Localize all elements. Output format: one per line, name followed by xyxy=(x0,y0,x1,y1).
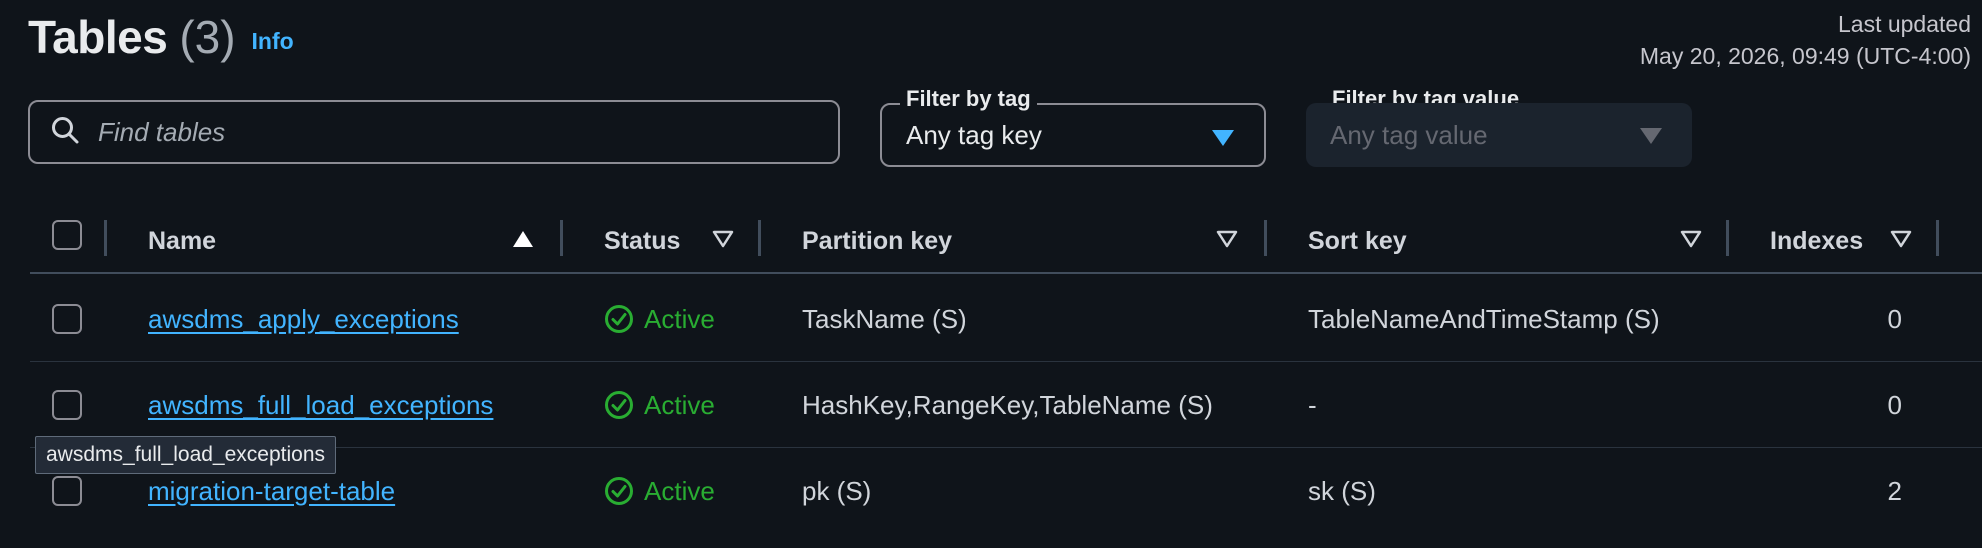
column-divider[interactable] xyxy=(1264,220,1267,256)
table-row: awsdms_apply_exceptions Active TaskName … xyxy=(30,276,1982,362)
tag-value-select: Any tag value xyxy=(1306,103,1692,167)
table-name-cell: awsdms_apply_exceptions xyxy=(148,276,459,362)
column-divider[interactable] xyxy=(1726,220,1729,256)
last-updated-label: Last updated xyxy=(1837,11,1971,37)
search-icon xyxy=(50,115,80,150)
status-cell: Active xyxy=(604,276,715,362)
table-name-link[interactable]: awsdms_full_load_exceptions xyxy=(148,390,493,421)
indexes-cell: 0 xyxy=(1887,303,1902,334)
column-header-name[interactable]: Name xyxy=(148,208,216,274)
status-text: Active xyxy=(644,389,715,420)
caret-down-outline-icon[interactable] xyxy=(1890,230,1912,253)
sort-key-cell: sk (S) xyxy=(1308,475,1376,506)
column-header-partition-key[interactable]: Partition key xyxy=(802,208,952,274)
partition-key-cell: pk (S) xyxy=(802,475,872,506)
column-header-status[interactable]: Status xyxy=(604,208,680,274)
dynamodb-tables-page: Tables (3) Info Last updated May 20, 202… xyxy=(0,0,1982,548)
status-text: Active xyxy=(644,475,715,506)
partition-key-cell: HashKey,RangeKey,TableName (S) xyxy=(802,389,1213,420)
info-link[interactable]: Info xyxy=(252,28,294,55)
row-checkbox[interactable] xyxy=(52,390,82,420)
caret-down-outline-icon[interactable] xyxy=(1216,230,1238,253)
row-checkbox[interactable] xyxy=(52,476,82,506)
tag-key-label: Filter by tag xyxy=(900,86,1037,112)
sort-key-cell: - xyxy=(1308,389,1317,420)
sort-ascending-icon[interactable] xyxy=(512,230,534,253)
table-name-link[interactable]: migration-target-table xyxy=(148,476,395,507)
row-checkbox[interactable] xyxy=(52,304,82,334)
table-count: (3) xyxy=(179,11,236,63)
indexes-cell: 0 xyxy=(1887,389,1902,420)
tag-value-placeholder: Any tag value xyxy=(1330,119,1488,150)
column-divider[interactable] xyxy=(758,220,761,256)
tag-key-select[interactable]: Any tag key xyxy=(880,103,1266,167)
tag-key-selected: Any tag key xyxy=(906,119,1042,150)
status-positive-icon xyxy=(605,477,633,505)
last-updated-value: May 20, 2026, 09:49 (UTC-4:00) xyxy=(1639,43,1971,69)
status-cell: Active xyxy=(604,362,715,448)
sort-key-cell: TableNameAndTimeStamp (S) xyxy=(1308,303,1660,334)
page-header: Tables (3) Info xyxy=(28,10,294,64)
indexes-cell: 2 xyxy=(1887,475,1902,506)
last-updated: Last updated May 20, 2026, 09:49 (UTC-4:… xyxy=(1640,8,1971,72)
column-divider[interactable] xyxy=(560,220,563,256)
caret-down-outline-icon[interactable] xyxy=(712,230,734,253)
column-divider[interactable] xyxy=(1936,220,1939,256)
status-positive-icon xyxy=(605,305,633,333)
caret-down-icon xyxy=(1212,130,1234,146)
status-text: Active xyxy=(644,303,715,334)
status-cell: Active xyxy=(604,448,715,534)
search-box[interactable] xyxy=(28,100,840,164)
table-header: Name Status Partition key Sort key Index… xyxy=(30,208,1982,274)
table-name-tooltip: awsdms_full_load_exceptions xyxy=(35,436,336,474)
table-name-link[interactable]: awsdms_apply_exceptions xyxy=(148,304,459,335)
page-title: Tables xyxy=(28,11,168,63)
select-all-checkbox[interactable] xyxy=(52,220,82,250)
column-header-indexes[interactable]: Indexes xyxy=(1770,208,1863,274)
caret-down-icon xyxy=(1640,128,1662,144)
caret-down-outline-icon[interactable] xyxy=(1680,230,1702,253)
partition-key-cell: TaskName (S) xyxy=(802,303,967,334)
column-divider xyxy=(104,220,107,256)
status-positive-icon xyxy=(605,391,633,419)
search-input[interactable] xyxy=(98,116,798,148)
column-header-sort-key[interactable]: Sort key xyxy=(1308,208,1407,274)
